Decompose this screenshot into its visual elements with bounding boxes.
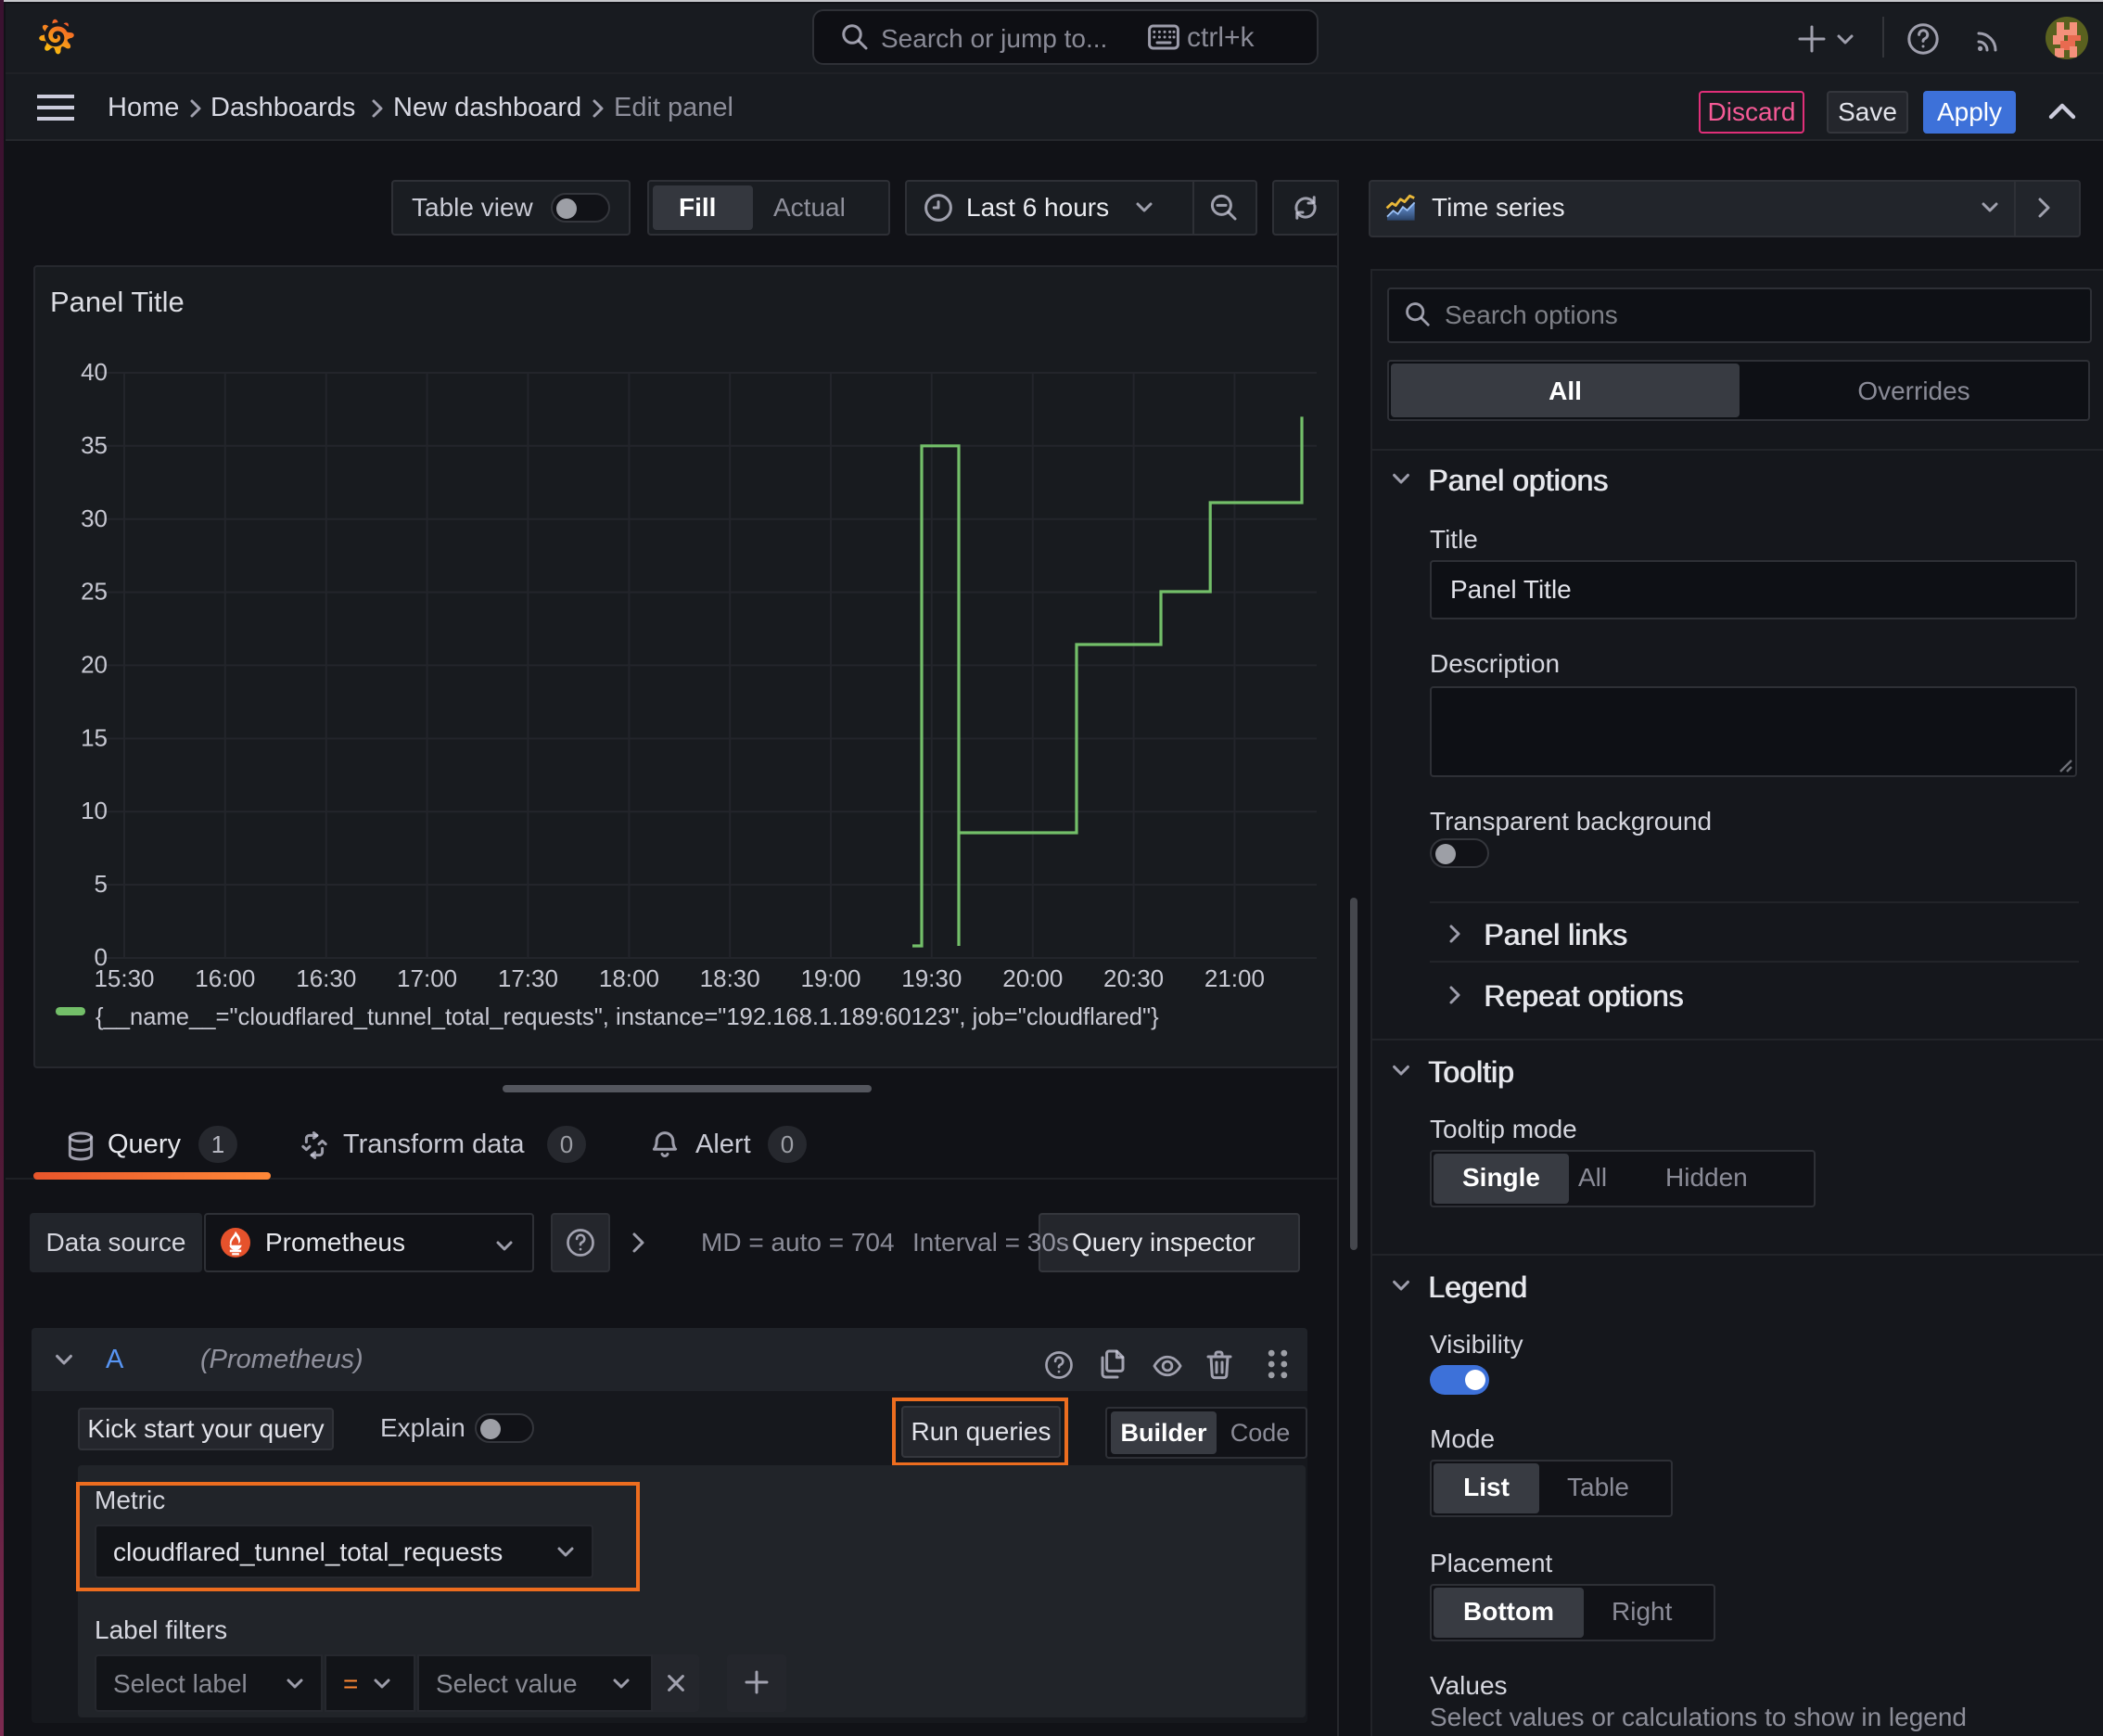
svg-text:40: 40 (81, 358, 108, 386)
svg-text:20:30: 20:30 (1103, 964, 1164, 992)
svg-text:21:00: 21:00 (1204, 964, 1265, 992)
svg-text:5: 5 (95, 870, 108, 898)
svg-text:16:00: 16:00 (195, 964, 255, 992)
svg-text:15: 15 (81, 723, 108, 751)
svg-text:35: 35 (81, 431, 108, 459)
svg-text:17:00: 17:00 (397, 964, 457, 992)
svg-text:18:00: 18:00 (599, 964, 659, 992)
svg-text:30: 30 (81, 504, 108, 532)
svg-text:19:00: 19:00 (800, 964, 860, 992)
svg-text:18:30: 18:30 (700, 964, 760, 992)
svg-text:20:00: 20:00 (1002, 964, 1063, 992)
svg-text:15:30: 15:30 (94, 964, 154, 992)
svg-text:10: 10 (81, 797, 108, 824)
svg-text:16:30: 16:30 (296, 964, 356, 992)
svg-text:25: 25 (81, 578, 108, 606)
svg-text:19:30: 19:30 (901, 964, 962, 992)
svg-text:{__name__="cloudflared_tunnel_: {__name__="cloudflared_tunnel_total_requ… (96, 1004, 1159, 1030)
svg-text:17:30: 17:30 (498, 964, 558, 992)
svg-text:20: 20 (81, 650, 108, 678)
